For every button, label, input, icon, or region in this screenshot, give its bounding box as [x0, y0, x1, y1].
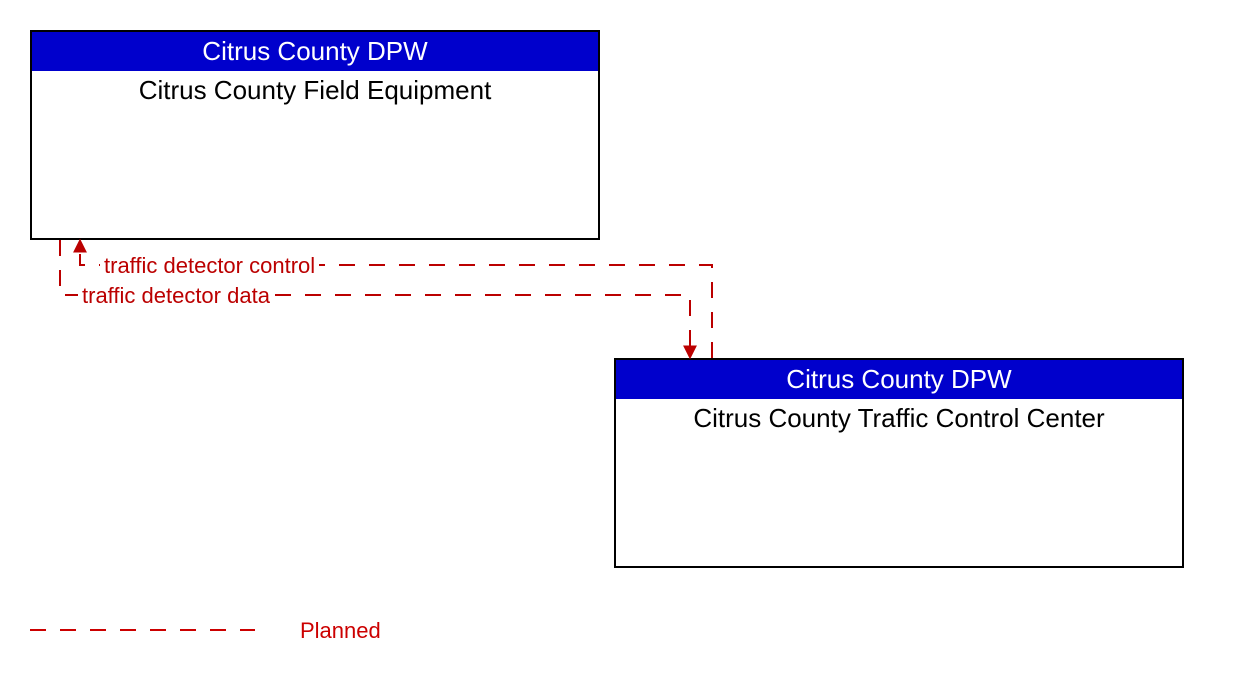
flow-label-traffic-detector-data: traffic detector data: [78, 283, 274, 309]
node-field-equipment-header: Citrus County DPW: [32, 32, 598, 71]
node-traffic-control-center: Citrus County DPW Citrus County Traffic …: [614, 358, 1184, 568]
flow-label-traffic-detector-control: traffic detector control: [100, 253, 319, 279]
node-traffic-control-center-title: Citrus County Traffic Control Center: [616, 399, 1182, 438]
node-field-equipment: Citrus County DPW Citrus County Field Eq…: [30, 30, 600, 240]
legend-label-planned: Planned: [300, 618, 381, 644]
node-traffic-control-center-header: Citrus County DPW: [616, 360, 1182, 399]
node-field-equipment-title: Citrus County Field Equipment: [32, 71, 598, 110]
